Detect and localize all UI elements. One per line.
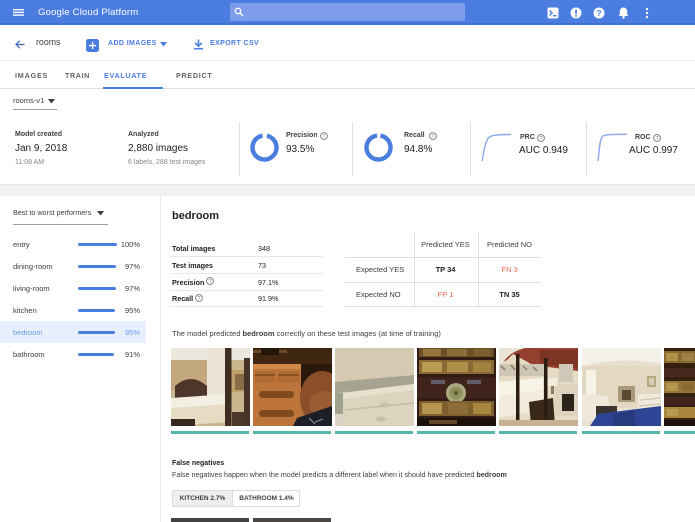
svg-text:?: ? [596, 8, 601, 18]
svg-text:?: ? [431, 134, 434, 140]
svg-text:?: ? [539, 136, 542, 142]
svg-text:?: ? [208, 279, 211, 285]
svg-text:?: ? [322, 134, 325, 140]
svg-text:?: ? [655, 136, 658, 142]
svg-text:?: ? [197, 296, 200, 302]
